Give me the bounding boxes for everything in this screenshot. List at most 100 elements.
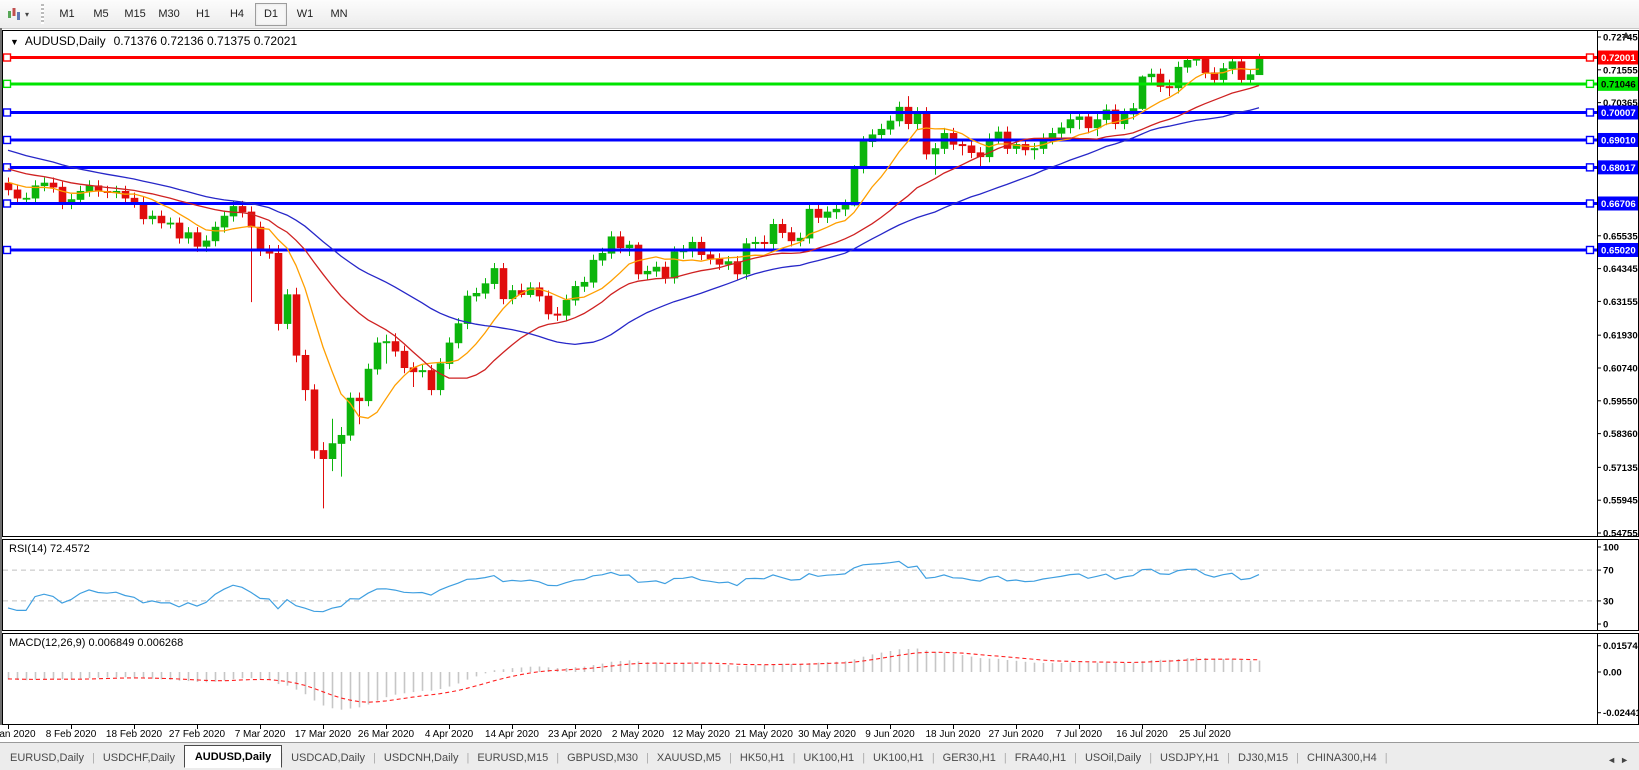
axis-tick-label: 0.65535 <box>1603 231 1638 242</box>
date-label: 2 May 2020 <box>611 729 665 740</box>
price-label-badge-0.72001: 0.72001 <box>1598 50 1638 65</box>
axis-tick-label: 0.71555 <box>1603 65 1638 76</box>
axis-tick-label: 0.59550 <box>1603 396 1638 407</box>
chart-type-icon <box>8 8 20 20</box>
chart-tab-hk50-h1[interactable]: HK50,H1 <box>730 748 795 767</box>
rsi-panel-border <box>2 539 1639 631</box>
price-label-badge-0.70007: 0.70007 <box>1598 105 1638 120</box>
date-label: 16 Jul 2020 <box>1116 729 1168 740</box>
line-handle-right[interactable] <box>1585 79 1595 89</box>
macd-label: MACD(12,26,9) 0.006849 0.006268 <box>9 637 184 649</box>
chart-tab-usdjpy-h1[interactable]: USDJPY,H1 <box>1150 748 1229 767</box>
chart-tab-fra40-h1[interactable]: FRA40,H1 <box>1005 748 1076 767</box>
timeframe-toolbar: ▾ M1 M5 M15 M30 H1 H4 D1 W1 MN <box>0 0 1639 29</box>
scroll-left-icon[interactable]: ◄ <box>1607 755 1620 765</box>
line-handle-left[interactable] <box>2 79 12 89</box>
chart-tab-xauusd-m5[interactable]: XAUUSD,M5 <box>647 748 731 767</box>
timeframe-button-d1[interactable]: D1 <box>255 2 288 26</box>
chart-tab-china300-h4[interactable]: CHINA300,H4 <box>1297 748 1387 767</box>
axis-tick-label: 0.64345 <box>1603 264 1638 275</box>
chart-tab-uk100-h1[interactable]: UK100,H1 <box>863 748 934 767</box>
line-handle-left[interactable] <box>2 245 12 255</box>
date-label: 14 Apr 2020 <box>485 729 539 740</box>
rsi-panel-canvas[interactable]: 100 70 30 0 <box>0 539 1639 631</box>
date-label: 9 Jun 2020 <box>865 729 915 740</box>
date-label: 27 Feb 2020 <box>168 729 226 740</box>
price-label-badge-0.65020: 0.65020 <box>1598 242 1638 257</box>
date-label: 21 May 2020 <box>735 729 793 740</box>
timeframe-button-m5[interactable]: M5 <box>85 3 117 26</box>
axis-tick-label: 0.54755 <box>1603 529 1638 538</box>
date-label: 18 Jun 2020 <box>925 729 981 740</box>
timeframe-button-h4[interactable]: H4 <box>221 3 253 26</box>
tab-scroll-arrows[interactable]: ◄► <box>1607 755 1633 765</box>
timeframe-button-m15[interactable]: M15 <box>119 3 151 26</box>
scroll-right-icon[interactable]: ► <box>1620 755 1633 765</box>
timeframe-button-w1[interactable]: W1 <box>289 3 321 26</box>
toolbar-gripper[interactable] <box>41 4 45 24</box>
axis-tick-label: 0.58360 <box>1603 429 1638 440</box>
chevron-down-icon: ▾ <box>25 9 30 19</box>
chart-tab-usoil-daily[interactable]: USOil,Daily <box>1075 748 1151 767</box>
mt4-workspace: ▾ M1 M5 M15 M30 H1 H4 D1 W1 MN 0.72745 0.71555 0.7… <box>0 0 1639 770</box>
axis-tick-label: 0.71046 <box>1601 79 1636 90</box>
chart-tab-usdchf-daily[interactable]: USDCHF,Daily <box>93 748 185 767</box>
timeframe-button-mn[interactable]: MN <box>323 3 355 26</box>
date-label: 4 Apr 2020 <box>424 729 474 740</box>
line-handle-right[interactable] <box>1585 163 1595 172</box>
line-handle-left[interactable] <box>2 135 12 145</box>
chart-tab-usdcnh-daily[interactable]: USDCNH,Daily <box>374 748 469 767</box>
axis-tick-label: 0.66706 <box>1601 199 1636 210</box>
macd-panel-canvas[interactable]: 0.015741 0.00 -0.024412 <box>0 633 1639 725</box>
date-label: 7 Mar 2020 <box>234 729 286 740</box>
line-handle-right[interactable] <box>1585 135 1595 145</box>
axis-tick-label: 0.72001 <box>1601 53 1636 64</box>
time-axis[interactable]: 30 Jan 2020 8 Feb 2020 18 Feb 2020 27 Feb 2… <box>0 725 1639 742</box>
timeframe-button-m30[interactable]: M30 <box>153 3 185 26</box>
timeframe-button-m1[interactable]: M1 <box>51 3 83 26</box>
date-label: 23 Apr 2020 <box>548 729 602 740</box>
line-handle-left[interactable] <box>2 108 12 117</box>
date-label: 26 Mar 2020 <box>357 729 415 740</box>
line-handle-left[interactable] <box>2 53 12 62</box>
axis-tick-label: 0.00 <box>1603 668 1622 679</box>
axis-tick-label: 0.68017 <box>1601 163 1636 174</box>
chart-tab-eurusd-daily[interactable]: EURUSD,Daily <box>0 748 94 767</box>
axis-tick-label: 0.65020 <box>1601 245 1636 256</box>
chart-tab-eurusd-m15[interactable]: EURUSD,M15 <box>467 748 558 767</box>
line-handle-right[interactable] <box>1585 108 1595 117</box>
axis-tick-label: 70 <box>1603 566 1614 577</box>
price-label-badge-0.69010: 0.69010 <box>1598 132 1638 147</box>
chart-tab-ger30-h1[interactable]: GER30,H1 <box>933 748 1006 767</box>
tab-separator: | <box>1384 752 1388 764</box>
main-chart-border <box>2 30 1639 537</box>
axis-tick-label: 0.72745 <box>1603 33 1638 44</box>
chart-title: ▼ AUDUSD,Daily 0.71376 0.72136 0.71375 0.7… <box>10 34 297 48</box>
axis-tick-label: 0.015741 <box>1603 641 1639 652</box>
line-handle-right[interactable] <box>1585 53 1595 62</box>
timeframe-button-h1[interactable]: H1 <box>187 3 219 26</box>
axis-tick-label: 0.69010 <box>1601 135 1636 146</box>
date-label: 25 Jul 2020 <box>1179 729 1231 740</box>
line-handle-right[interactable] <box>1585 245 1595 255</box>
axis-tick-label: -0.024412 <box>1603 708 1639 719</box>
line-handle-left[interactable] <box>2 199 12 208</box>
main-chart-canvas[interactable]: 0.727450.715550.703650.655350.643450.631… <box>0 30 1639 537</box>
price-label-badge-0.68017: 0.68017 <box>1598 160 1638 175</box>
axis-tick-label: 0.61930 <box>1603 331 1638 342</box>
chart-tab-audusd-daily[interactable]: AUDUSD,Daily <box>183 745 283 768</box>
chart-type-button[interactable]: ▾ <box>0 6 33 22</box>
chart-tab-uk100-h1[interactable]: UK100,H1 <box>793 748 864 767</box>
axis-tick-label: 30 <box>1603 596 1614 607</box>
date-label: 7 Jul 2020 <box>1055 729 1103 740</box>
axis-tick-label: 0.60740 <box>1603 363 1638 374</box>
chart-tab-usdcad-daily[interactable]: USDCAD,Daily <box>281 748 375 767</box>
line-handle-right[interactable] <box>1585 199 1595 208</box>
chart-dropdown-icon[interactable]: ▼ <box>10 37 19 47</box>
date-label: 27 Jun 2020 <box>988 729 1044 740</box>
chart-tab-dj30-m15[interactable]: DJ30,M15 <box>1228 748 1298 767</box>
price-label-badge-0.71046: 0.71046 <box>1598 76 1638 91</box>
price-label-badge-0.66706: 0.66706 <box>1598 196 1638 211</box>
chart-tab-gbpusd-m30[interactable]: GBPUSD,M30 <box>557 748 648 767</box>
date-label: 18 Feb 2020 <box>105 729 163 740</box>
